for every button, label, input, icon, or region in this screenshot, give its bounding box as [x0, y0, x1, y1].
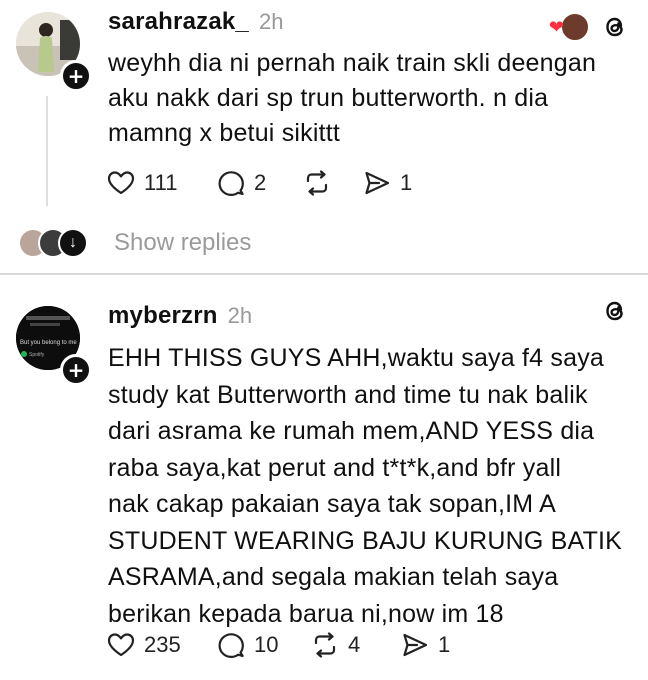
- thread-line: [46, 96, 48, 206]
- repost-icon: [306, 170, 328, 196]
- repost-icon: [314, 632, 336, 658]
- share-button[interactable]: 1: [400, 630, 450, 660]
- follow-plus-icon[interactable]: +: [60, 60, 92, 92]
- username[interactable]: myberzrn: [108, 302, 218, 330]
- like-count: 111: [144, 170, 178, 195]
- reply-avatars: ↓: [18, 228, 88, 258]
- share-count: 1: [400, 170, 413, 195]
- threads-logo-icon[interactable]: [602, 298, 628, 324]
- send-icon: [403, 633, 428, 657]
- avatar-spotify-label: Spotify: [29, 352, 45, 358]
- post-text: weyhh dia ni pernah naik train skli deen…: [108, 49, 597, 147]
- repost-count: 4: [348, 632, 361, 657]
- username[interactable]: sarahrazak_: [108, 8, 249, 36]
- action-bar: 235 10 4 1: [106, 630, 450, 660]
- like-count: 235: [144, 632, 181, 657]
- reaction-indicator: ❤: [549, 12, 590, 42]
- heart-icon: [107, 633, 135, 657]
- post-sarahrazak: + sarahrazak_ 2h ❤ weyhh dia ni pernah n…: [0, 0, 648, 272]
- reply-button[interactable]: 2: [216, 168, 302, 198]
- like-button[interactable]: 111: [106, 168, 216, 198]
- comment-icon: [218, 171, 244, 196]
- timestamp: 2h: [258, 9, 284, 34]
- heart-icon: ❤: [548, 16, 564, 37]
- share-count: 1: [438, 632, 451, 657]
- reactor-avatar: [560, 12, 590, 42]
- repost-button[interactable]: 4: [310, 630, 400, 660]
- post-header: sarahrazak_ 2h: [108, 8, 283, 36]
- share-button[interactable]: 1: [362, 168, 412, 198]
- show-replies-button[interactable]: ↓ Show replies: [18, 228, 251, 258]
- reply-button[interactable]: 10: [216, 630, 310, 660]
- avatar-caption: But you belong to me: [20, 340, 77, 346]
- post-myberzrn: But you belong to me Spotify + myberzrn …: [0, 278, 648, 680]
- reply-count: 2: [254, 170, 267, 195]
- post-text: EHH THISS GUYS AHH,waktu saya f4 saya st…: [108, 344, 623, 628]
- reply-count: 10: [254, 632, 279, 657]
- show-replies-label: Show replies: [114, 229, 252, 256]
- like-button[interactable]: 235: [106, 630, 216, 660]
- timestamp: 2h: [227, 303, 253, 328]
- post-header: myberzrn 2h: [108, 302, 252, 330]
- threads-logo-icon[interactable]: [602, 14, 628, 40]
- divider: [0, 273, 648, 275]
- heart-icon: [107, 171, 135, 195]
- comment-icon: [218, 633, 244, 658]
- repost-button[interactable]: [302, 168, 362, 198]
- arrow-down-icon: ↓: [58, 228, 88, 258]
- action-bar: 111 2 1: [106, 168, 412, 198]
- send-icon: [365, 171, 390, 195]
- follow-plus-icon[interactable]: +: [60, 354, 92, 386]
